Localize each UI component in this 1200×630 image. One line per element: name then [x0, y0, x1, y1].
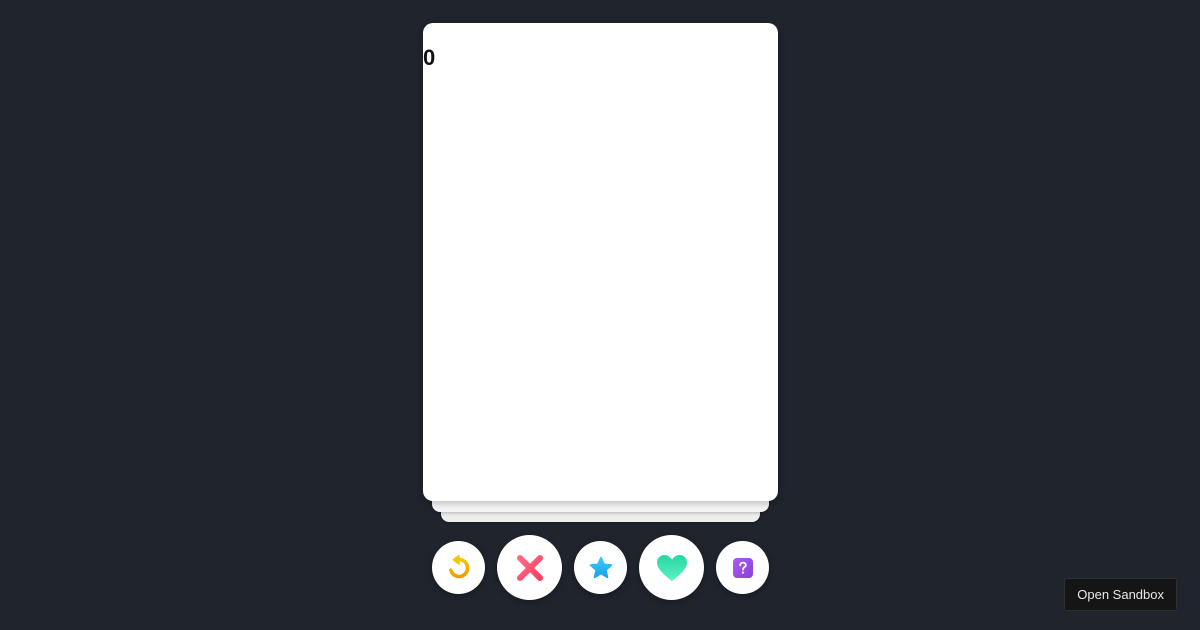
question-icon [732, 557, 753, 578]
card-counter: 0 [423, 45, 436, 70]
open-sandbox-button[interactable]: Open Sandbox [1064, 578, 1177, 611]
close-icon [516, 554, 543, 581]
swipe-card[interactable]: 0 [423, 23, 778, 501]
app-stage: 0 Open Sandbox [0, 0, 1200, 630]
rewind-icon [448, 554, 469, 578]
card-stack: 0 [423, 23, 778, 523]
nope-button[interactable] [497, 535, 562, 600]
help-button[interactable] [716, 541, 769, 594]
rewind-button[interactable] [432, 541, 485, 594]
star-icon [589, 556, 612, 578]
like-button[interactable] [639, 535, 704, 600]
super-like-button[interactable] [574, 541, 627, 594]
action-bar [432, 535, 770, 601]
heart-icon [656, 554, 687, 581]
